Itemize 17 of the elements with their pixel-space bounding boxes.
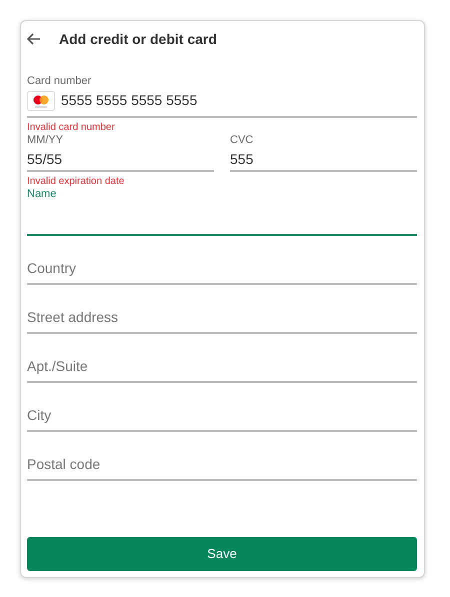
field-label: Card number	[27, 75, 92, 88]
save-button[interactable]: Save	[27, 537, 417, 571]
error-message: Invalid card number	[27, 122, 116, 134]
input-field[interactable]: City	[27, 395, 417, 432]
input-field[interactable]: Postal code	[27, 444, 417, 481]
page-title: Add credit or debit card	[59, 30, 217, 48]
back-arrow-icon[interactable]	[27, 33, 41, 45]
field-label: MM/YY	[27, 134, 64, 147]
error-message: Invalid expiration date	[27, 176, 126, 188]
input-field[interactable]: Country	[27, 248, 417, 285]
input-field[interactable]: Apt./Suite	[27, 346, 417, 383]
input-field[interactable]: 555	[230, 147, 417, 172]
input-field[interactable]: 55/55	[27, 147, 214, 172]
field-label: CVC	[230, 134, 254, 147]
input-field[interactable]: Street address	[27, 297, 417, 334]
field-label: Name	[27, 188, 58, 201]
card-brand-icon	[27, 90, 55, 110]
